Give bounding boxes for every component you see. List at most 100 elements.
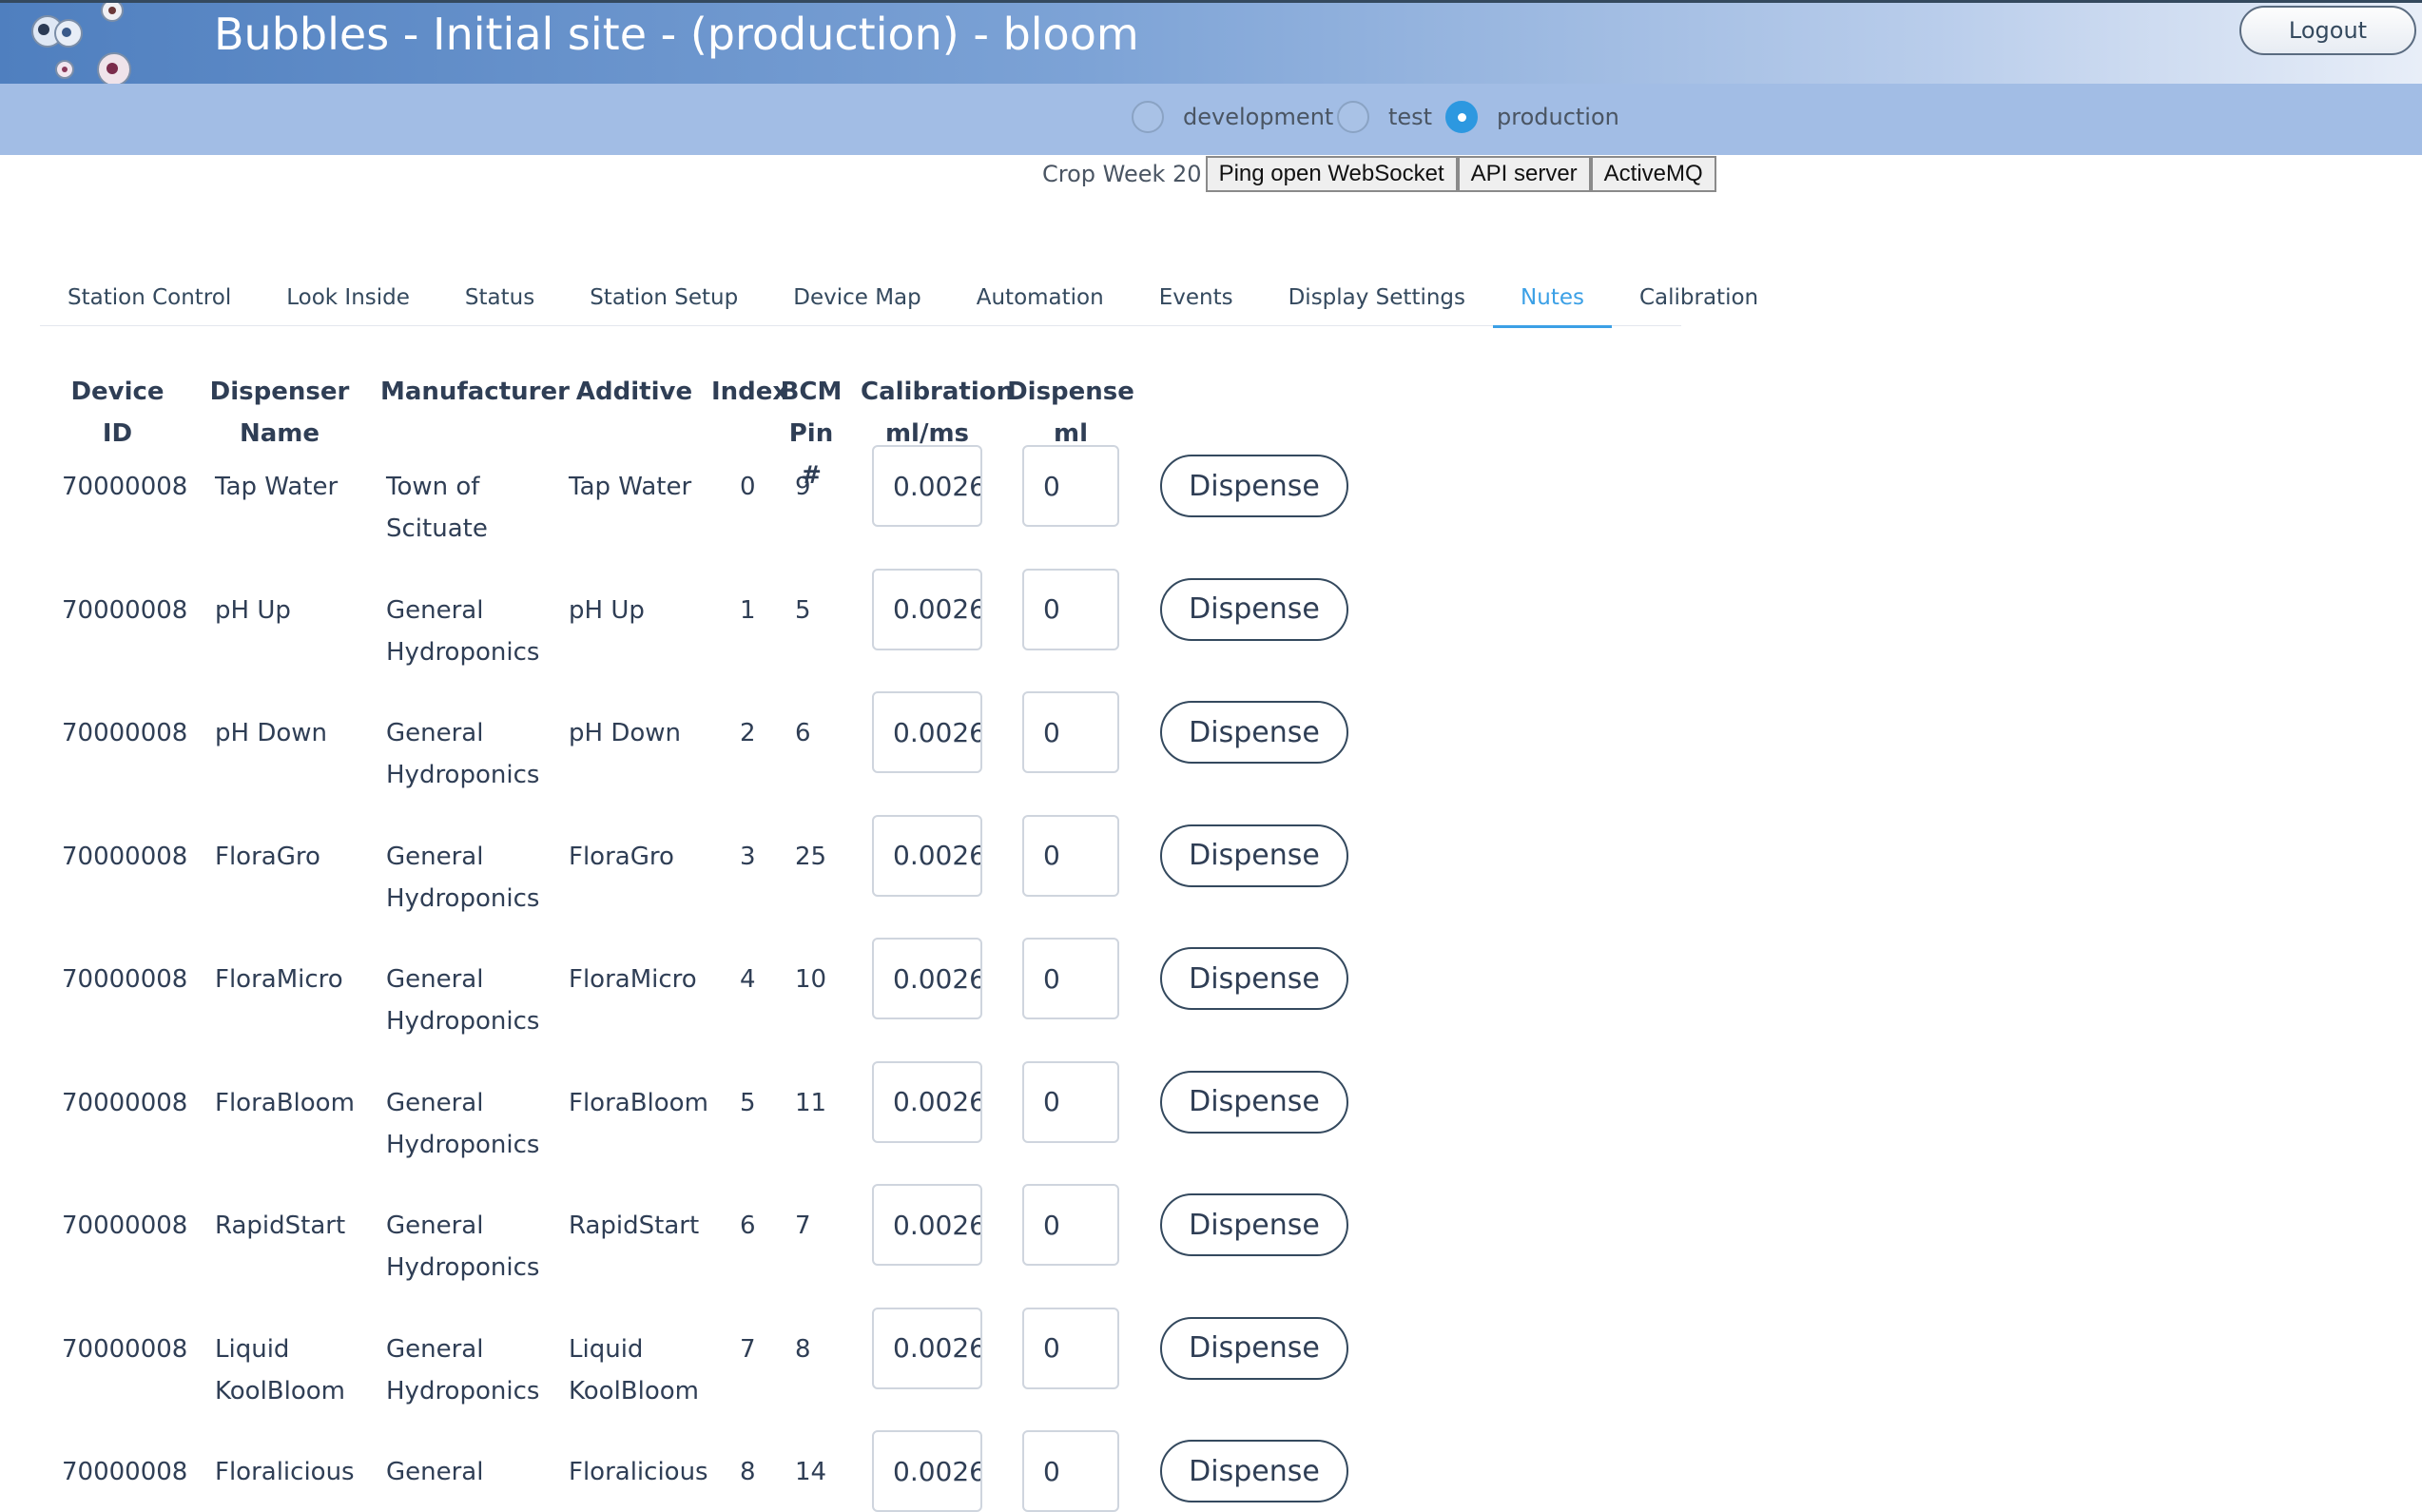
tab-look-inside[interactable]: Look Inside (259, 276, 437, 325)
header-additive: Additive (575, 378, 693, 406)
dispense-button[interactable]: Dispense (1160, 577, 1348, 641)
calibration-input[interactable]: 0.0026 (872, 1307, 982, 1389)
header-dispense-ml: Dispense ml (1007, 378, 1134, 448)
cell-manufacturer: General Hydroponics (386, 842, 540, 913)
calibration-input[interactable]: 0.0026 (872, 814, 982, 897)
cell-dispenser-name: Tap Water (215, 473, 339, 501)
cell-dispenser-name: Floralicious (215, 1458, 355, 1486)
cell-bcm-pin: 11 (795, 1088, 827, 1117)
cell-manufacturer: General Hydroponics (386, 1088, 540, 1159)
dispense-button[interactable]: Dispense (1160, 701, 1348, 764)
cell-manufacturer: General (386, 1458, 484, 1486)
dispense-button[interactable]: Dispense (1160, 947, 1348, 1010)
cell-device-id: 70000008 (62, 1212, 188, 1240)
cell-bcm-pin: 7 (795, 1212, 811, 1240)
calibration-input[interactable]: 0.0026 (872, 568, 982, 650)
env-label: test (1388, 104, 1433, 130)
dispense-button[interactable]: Dispense (1160, 824, 1348, 887)
cell-additive: FloraMicro (569, 965, 697, 994)
dispense-ml-input[interactable]: 0 (1022, 1184, 1119, 1266)
dispense-ml-input[interactable]: 0 (1022, 1060, 1119, 1143)
tab-station-setup[interactable]: Station Setup (562, 276, 765, 325)
dispense-ml-input[interactable]: 0 (1022, 568, 1119, 650)
cell-manufacturer: General Hydroponics (386, 965, 540, 1036)
env-option-test[interactable]: test (1337, 101, 1432, 133)
dispense-button[interactable]: Dispense (1160, 1193, 1348, 1256)
radio-development[interactable] (1132, 101, 1164, 133)
dispense-ml-input[interactable]: 0 (1022, 938, 1119, 1019)
radio-test[interactable] (1337, 101, 1369, 133)
cell-index: 0 (740, 473, 756, 501)
cell-dispenser-name: FloraMicro (215, 965, 343, 994)
cell-bcm-pin: 9 (795, 473, 811, 501)
cell-index: 8 (740, 1458, 756, 1486)
cell-manufacturer: General Hydroponics (386, 595, 540, 667)
dispense-ml-input[interactable]: 0 (1022, 1430, 1119, 1512)
cell-additive: Tap Water (569, 473, 692, 501)
cell-bcm-pin: 14 (795, 1458, 827, 1486)
tab-automation[interactable]: Automation (949, 276, 1132, 325)
cell-additive: pH Down (569, 719, 681, 747)
logout-button[interactable]: Logout (2239, 6, 2416, 55)
cell-additive: FloraGro (569, 842, 674, 871)
tab-station-control[interactable]: Station Control (40, 276, 259, 325)
cell-additive: Floralicious (569, 1458, 708, 1486)
tab-calibration[interactable]: Calibration (1612, 276, 1786, 325)
cell-index: 3 (740, 842, 756, 871)
dispense-ml-input[interactable]: 0 (1022, 445, 1119, 527)
tab-events[interactable]: Events (1132, 276, 1261, 325)
dispense-ml-input[interactable]: 0 (1022, 691, 1119, 773)
dispense-button[interactable]: Dispense (1160, 455, 1348, 517)
dispense-ml-input[interactable]: 0 (1022, 814, 1119, 897)
cell-device-id: 70000008 (62, 595, 188, 625)
toolbar: Crop Week 20 Ping open WebSocket API ser… (1042, 156, 1716, 192)
tab-status[interactable]: Status (437, 276, 562, 325)
cell-bcm-pin: 5 (795, 595, 811, 625)
tab-nutes[interactable]: Nutes (1493, 276, 1612, 328)
calibration-input[interactable]: 0.0026 (872, 1184, 982, 1266)
radio-production[interactable] (1445, 101, 1478, 133)
header-device-id: Device ID (70, 378, 165, 448)
dispense-button[interactable]: Dispense (1160, 1070, 1348, 1134)
cell-additive: FloraBloom (569, 1088, 708, 1117)
cell-index: 6 (740, 1212, 756, 1240)
tab-device-map[interactable]: Device Map (765, 276, 949, 325)
cell-manufacturer: General Hydroponics (386, 1334, 540, 1405)
cell-device-id: 70000008 (62, 1458, 188, 1486)
api-server-button[interactable]: API server (1457, 156, 1591, 192)
cell-dispenser-name: FloraGro (215, 842, 320, 871)
cell-additive: pH Up (569, 595, 645, 625)
cell-device-id: 70000008 (62, 719, 188, 747)
calibration-input[interactable]: 0.0026 (872, 1060, 982, 1143)
header-dispenser-name: Dispenser Name (209, 378, 350, 448)
dispense-button[interactable]: Dispense (1160, 1440, 1348, 1502)
header-calibration: Calibration ml/ms (861, 378, 1015, 448)
calibration-input[interactable]: 0.0026 (872, 691, 982, 773)
env-option-production[interactable]: production (1445, 101, 1619, 133)
cell-dispenser-name: FloraBloom (215, 1088, 355, 1117)
tab-display-settings[interactable]: Display Settings (1261, 276, 1493, 325)
calibration-input[interactable]: 0.0026 (872, 1430, 982, 1512)
env-label: production (1497, 104, 1619, 130)
cell-device-id: 70000008 (62, 1334, 188, 1364)
cell-index: 5 (740, 1088, 756, 1117)
cell-device-id: 70000008 (62, 473, 188, 501)
header-manufacturer: Manufacturer (380, 378, 570, 406)
activemq-button[interactable]: ActiveMQ (1590, 156, 1716, 192)
cell-additive: Liquid KoolBloom (569, 1334, 699, 1405)
ping-websocket-button[interactable]: Ping open WebSocket (1205, 156, 1458, 192)
cell-dispenser-name: pH Down (215, 719, 327, 747)
cell-index: 7 (740, 1334, 756, 1364)
env-label: development (1183, 104, 1334, 130)
page-title: Bubbles - Initial site - (production) - … (214, 9, 1139, 60)
env-option-development[interactable]: development (1132, 101, 1333, 133)
tab-bar: Station Control Look Inside Status Stati… (40, 276, 1758, 328)
dispense-ml-input[interactable]: 0 (1022, 1307, 1119, 1389)
cell-manufacturer: Town of Scituate (386, 473, 488, 543)
cell-dispenser-name: pH Up (215, 595, 291, 625)
calibration-input[interactable]: 0.0026 (872, 938, 982, 1019)
crop-week-label: Crop Week 20 (1042, 161, 1202, 187)
cell-device-id: 70000008 (62, 842, 188, 871)
dispense-button[interactable]: Dispense (1160, 1316, 1348, 1380)
calibration-input[interactable]: 0.0026 (872, 445, 982, 527)
